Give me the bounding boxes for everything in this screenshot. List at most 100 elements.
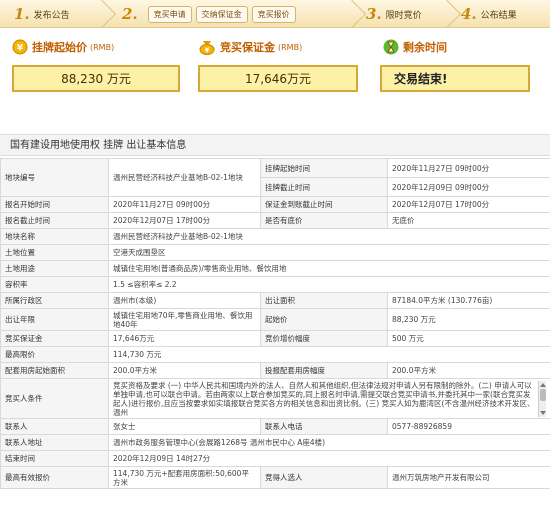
- label-cell: 地块编号: [0, 158, 109, 197]
- svg-text:¥: ¥: [205, 47, 210, 55]
- step-label: 公布结果: [480, 10, 517, 21]
- step-number: 2.: [122, 5, 138, 23]
- step-bar: 1. 发布公告 2. 竞买申请 交纳保证金 竞买报价 3. 限时竞价 4. 公布…: [0, 0, 550, 29]
- svg-text:¥: ¥: [17, 44, 24, 54]
- value-cell: 88,230 万元: [387, 308, 550, 331]
- label-cell: 土地位置: [0, 244, 109, 261]
- label-cell: 地块名称: [0, 228, 109, 245]
- label-cell: 容积率: [0, 276, 109, 293]
- value-cell: 空港天成围垦区: [108, 244, 550, 261]
- table-row: 最高限价 114,730 万元: [0, 346, 550, 363]
- bidder-conditions-text[interactable]: 竞买资格及要求 (一) 中华人民共和国境内外的法人、自然人和其他组织,但法律法规…: [113, 380, 546, 417]
- step-publish[interactable]: 1. 发布公告: [0, 0, 117, 29]
- value-cell: 17,646万元: [108, 330, 261, 347]
- value-cell: 2020年12月07日 17时00分: [108, 212, 261, 229]
- label-cell: 保证金到账截止时间: [260, 196, 388, 213]
- value-cell: 温州万筑房地产开发有限公司: [387, 466, 550, 489]
- value-cell: 114,730 万元: [108, 346, 550, 363]
- section-title: 国有建设用地使用权 挂牌 出让基本信息: [0, 134, 550, 156]
- step-label: 限时竞价: [385, 10, 422, 21]
- step-bidding: 2. 竞买申请 交纳保证金 竞买报价: [110, 0, 367, 29]
- table-row: 最高有效报价 114,730 万元+配套用房面积:50,600平方米 竞得人选人…: [0, 466, 550, 489]
- table-row: 容积率 1.5 ≤容积率≤ 2.2: [0, 276, 550, 293]
- deposit-label: 竞买保证金: [220, 41, 275, 54]
- scroll-up-icon[interactable]: [540, 382, 546, 387]
- value-cell: 0577-88926859: [387, 418, 550, 435]
- step-number: 3.: [366, 5, 382, 23]
- deposit-heading: ¥ 竞买保证金 (RMB): [198, 39, 302, 55]
- value-cell: 温州民营经济科技产业基地B-02-1地块: [108, 228, 550, 245]
- table-row: 地块名称 温州民营经济科技产业基地B-02-1地块: [0, 228, 550, 245]
- value-cell: 温州市政务服务管理中心(会展路1268号 温州市民中心 A座4楼): [108, 434, 550, 451]
- label-cell: 最高限价: [0, 346, 109, 363]
- start-price-value: 88,230 万元: [12, 65, 180, 92]
- step-label: 发布公告: [33, 10, 70, 21]
- label-cell: 挂牌起始时间: [260, 158, 388, 178]
- scrollbar[interactable]: [538, 380, 546, 417]
- start-price-heading: ¥ 挂牌起始价 (RMB): [12, 39, 114, 55]
- table-row: 竞买保证金 17,646万元 竞价增价幅度 500 万元: [0, 330, 550, 347]
- label-cell: 联系人地址: [0, 434, 109, 451]
- label-cell: 投报配套用房幅度: [260, 362, 388, 379]
- label-cell: 竞价增价幅度: [260, 330, 388, 347]
- bidder-conditions-content: 竞买资格及要求 (一) 中华人民共和国境内外的法人、自然人和其他组织,但法律法规…: [113, 380, 535, 417]
- table-row: 竞买人条件 竞买资格及要求 (一) 中华人民共和国境内外的法人、自然人和其他组织…: [0, 378, 550, 419]
- table-row: 联系人 张女士 联系人电话 0577-88926859: [0, 418, 550, 435]
- money-bag-icon: ¥: [199, 41, 215, 55]
- step-number: 1.: [14, 5, 30, 23]
- value-cell: 2020年11月27日 09时00分: [387, 158, 550, 178]
- value-cell: 1.5 ≤容积率≤ 2.2: [108, 276, 550, 293]
- value-cell: 温州市(本级): [108, 292, 261, 309]
- table-row: 结束时间 2020年12月09日 14时27分: [0, 450, 550, 467]
- hourglass-icon: [383, 39, 399, 55]
- step-result[interactable]: 4. 公布结果: [455, 0, 550, 28]
- table-row: 联系人地址 温州市政务服务管理中心(会展路1268号 温州市民中心 A座4楼): [0, 434, 550, 451]
- label-cell: 最高有效报价: [0, 466, 109, 489]
- label-cell: 竞买人条件: [0, 378, 109, 419]
- coin-icon: ¥: [12, 39, 28, 55]
- deposit-unit: (RMB): [278, 42, 303, 52]
- label-cell: 报名开始时间: [0, 196, 109, 213]
- table-row: 地块编号 温州民营经济科技产业基地B-02-1地块 挂牌起始时间 2020年11…: [0, 158, 550, 197]
- label-cell: 报名截止时间: [0, 212, 109, 229]
- value-cell: 无底价: [387, 212, 550, 229]
- value-cell: 2020年12月07日 17时00分: [387, 196, 550, 213]
- table-row: 土地用途 城镇住宅用地(普通商品房)/零售商业用地、餐饮用地: [0, 260, 550, 277]
- land-info-table: 地块编号 温州民营经济科技产业基地B-02-1地块 挂牌起始时间 2020年11…: [0, 158, 550, 489]
- scroll-down-icon[interactable]: [540, 410, 546, 415]
- deposit-value: 17,646万元: [198, 65, 358, 92]
- table-row: 报名截止时间 2020年12月07日 17时00分 是否有底价 无底价: [0, 212, 550, 229]
- value-cell: 张女士: [108, 418, 261, 435]
- value-cell: 城镇住宅用地70年,零售商业用地、餐饮用地40年: [108, 308, 261, 331]
- step-number: 4.: [461, 5, 477, 23]
- table-row: 所属行政区 温州市(本级) 出让面积 87184.0平方米 (130.776亩): [0, 292, 550, 309]
- table-row: 土地位置 空港天成围垦区: [0, 244, 550, 261]
- label-cell: 土地用途: [0, 260, 109, 277]
- value-cell: 温州民营经济科技产业基地B-02-1地块: [108, 158, 261, 197]
- step-deposit-button[interactable]: 交纳保证金: [195, 5, 248, 23]
- step-apply-button[interactable]: 竞买申请: [147, 5, 192, 23]
- label-cell: 所属行政区: [0, 292, 109, 309]
- value-cell: 500 万元: [387, 330, 550, 347]
- label-cell: 出让年限: [0, 308, 109, 331]
- step-quote-button[interactable]: 竞买报价: [251, 5, 296, 23]
- step-timed-bidding[interactable]: 3. 限时竞价: [360, 0, 462, 29]
- label-cell: 挂牌截止时间: [260, 177, 388, 197]
- label-cell: 竞买保证金: [0, 330, 109, 347]
- label-cell: 起始价: [260, 308, 388, 331]
- value-cell: 200.0平方米: [387, 362, 550, 379]
- label-cell: 联系人: [0, 418, 109, 435]
- table-row: 配套用房起始面积 200.0平方米 投报配套用房幅度 200.0平方米: [0, 362, 550, 379]
- label-cell: 结束时间: [0, 450, 109, 467]
- start-price-unit: (RMB): [90, 42, 115, 52]
- label-cell: 配套用房起始面积: [0, 362, 109, 379]
- scroll-thumb[interactable]: [540, 388, 546, 401]
- value-cell: 114,730 万元+配套用房面积:50,600平方米: [108, 466, 261, 489]
- value-cell: 2020年11月27日 09时00分: [108, 196, 261, 213]
- label-cell: 竞得人选人: [260, 466, 388, 489]
- remaining-time-value: 交易结束!: [380, 65, 530, 92]
- table-row: 报名开始时间 2020年11月27日 09时00分 保证金到账截止时间 2020…: [0, 196, 550, 213]
- label-cell: 联系人电话: [260, 418, 388, 435]
- price-panel: ¥ 挂牌起始价 (RMB) 88,230 万元 ¥ 竞买保证金 (RMB) 17…: [0, 29, 550, 129]
- value-cell: 87184.0平方米 (130.776亩): [387, 292, 550, 309]
